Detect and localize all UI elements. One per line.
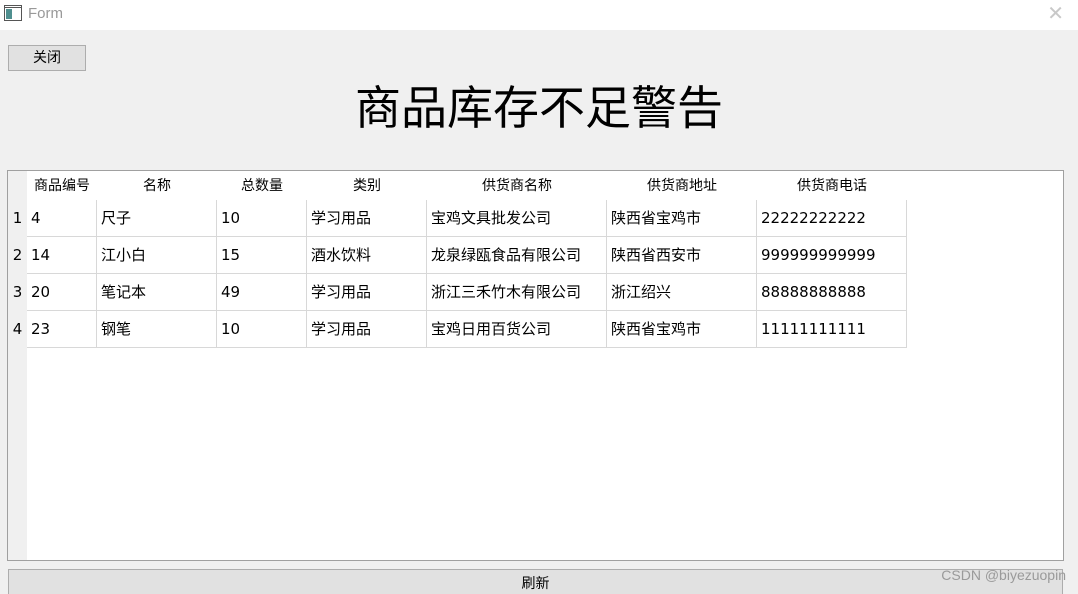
row-number[interactable]: 4: [8, 311, 27, 348]
column-header-name[interactable]: 名称: [97, 171, 217, 200]
cell-supplier-name[interactable]: 宝鸡日用百货公司: [427, 311, 607, 348]
cell-id[interactable]: 4: [27, 200, 97, 237]
cell-category[interactable]: 学习用品: [307, 200, 427, 237]
column-header-supplier-name[interactable]: 供货商名称: [427, 171, 607, 200]
table-corner-button[interactable]: [8, 171, 27, 200]
title-bar: Form ✕: [0, 0, 1078, 30]
cell-id[interactable]: 20: [27, 274, 97, 311]
column-header-category[interactable]: 类别: [307, 171, 427, 200]
horizontal-header: 商品编号 名称 总数量 类别 供货商名称 供货商地址 供货商电话: [27, 171, 907, 200]
close-button[interactable]: 关闭: [8, 45, 86, 71]
cell-category[interactable]: 学习用品: [307, 311, 427, 348]
table-row[interactable]: 3 20 笔记本 49 学习用品 浙江三禾竹木有限公司 浙江绍兴 8888888…: [8, 274, 907, 311]
cell-category[interactable]: 酒水饮料: [307, 237, 427, 274]
cell-name[interactable]: 尺子: [97, 200, 217, 237]
page-title: 商品库存不足警告: [355, 81, 723, 135]
row-number[interactable]: 1: [8, 200, 27, 237]
row-number[interactable]: 2: [8, 237, 27, 274]
cell-quantity[interactable]: 49: [217, 274, 307, 311]
table-row[interactable]: 4 23 钢笔 10 学习用品 宝鸡日用百货公司 陕西省宝鸡市 11111111…: [8, 311, 907, 348]
row-number[interactable]: 3: [8, 274, 27, 311]
cell-supplier-address[interactable]: 陕西省宝鸡市: [607, 200, 757, 237]
cell-quantity[interactable]: 10: [217, 200, 307, 237]
stock-table[interactable]: 商品编号 名称 总数量 类别 供货商名称 供货商地址 供货商电话 1 4 尺子 …: [7, 170, 1064, 561]
column-header-supplier-phone[interactable]: 供货商电话: [757, 171, 907, 200]
cell-id[interactable]: 14: [27, 237, 97, 274]
cell-category[interactable]: 学习用品: [307, 274, 427, 311]
refresh-button[interactable]: 刷新: [8, 569, 1063, 594]
window-close-icon[interactable]: ✕: [1047, 2, 1064, 24]
cell-name[interactable]: 笔记本: [97, 274, 217, 311]
cell-supplier-phone[interactable]: 999999999999: [757, 237, 907, 274]
cell-quantity[interactable]: 10: [217, 311, 307, 348]
cell-id[interactable]: 23: [27, 311, 97, 348]
cell-supplier-address[interactable]: 陕西省西安市: [607, 237, 757, 274]
table-row[interactable]: 1 4 尺子 10 学习用品 宝鸡文具批发公司 陕西省宝鸡市 222222222…: [8, 200, 907, 237]
cell-supplier-phone[interactable]: 88888888888: [757, 274, 907, 311]
cell-supplier-phone[interactable]: 22222222222: [757, 200, 907, 237]
column-header-id[interactable]: 商品编号: [27, 171, 97, 200]
window-title: Form: [28, 5, 63, 22]
cell-supplier-name[interactable]: 龙泉绿瓯食品有限公司: [427, 237, 607, 274]
cell-supplier-address[interactable]: 陕西省宝鸡市: [607, 311, 757, 348]
cell-name[interactable]: 江小白: [97, 237, 217, 274]
table-row[interactable]: 2 14 江小白 15 酒水饮料 龙泉绿瓯食品有限公司 陕西省西安市 99999…: [8, 237, 907, 274]
column-header-quantity[interactable]: 总数量: [217, 171, 307, 200]
cell-supplier-name[interactable]: 浙江三禾竹木有限公司: [427, 274, 607, 311]
cell-quantity[interactable]: 15: [217, 237, 307, 274]
cell-supplier-address[interactable]: 浙江绍兴: [607, 274, 757, 311]
watermark: CSDN @biyezuopin: [941, 567, 1066, 583]
cell-supplier-phone[interactable]: 11111111111: [757, 311, 907, 348]
cell-supplier-name[interactable]: 宝鸡文具批发公司: [427, 200, 607, 237]
app-window-icon: [4, 5, 22, 21]
cell-name[interactable]: 钢笔: [97, 311, 217, 348]
column-header-supplier-address[interactable]: 供货商地址: [607, 171, 757, 200]
